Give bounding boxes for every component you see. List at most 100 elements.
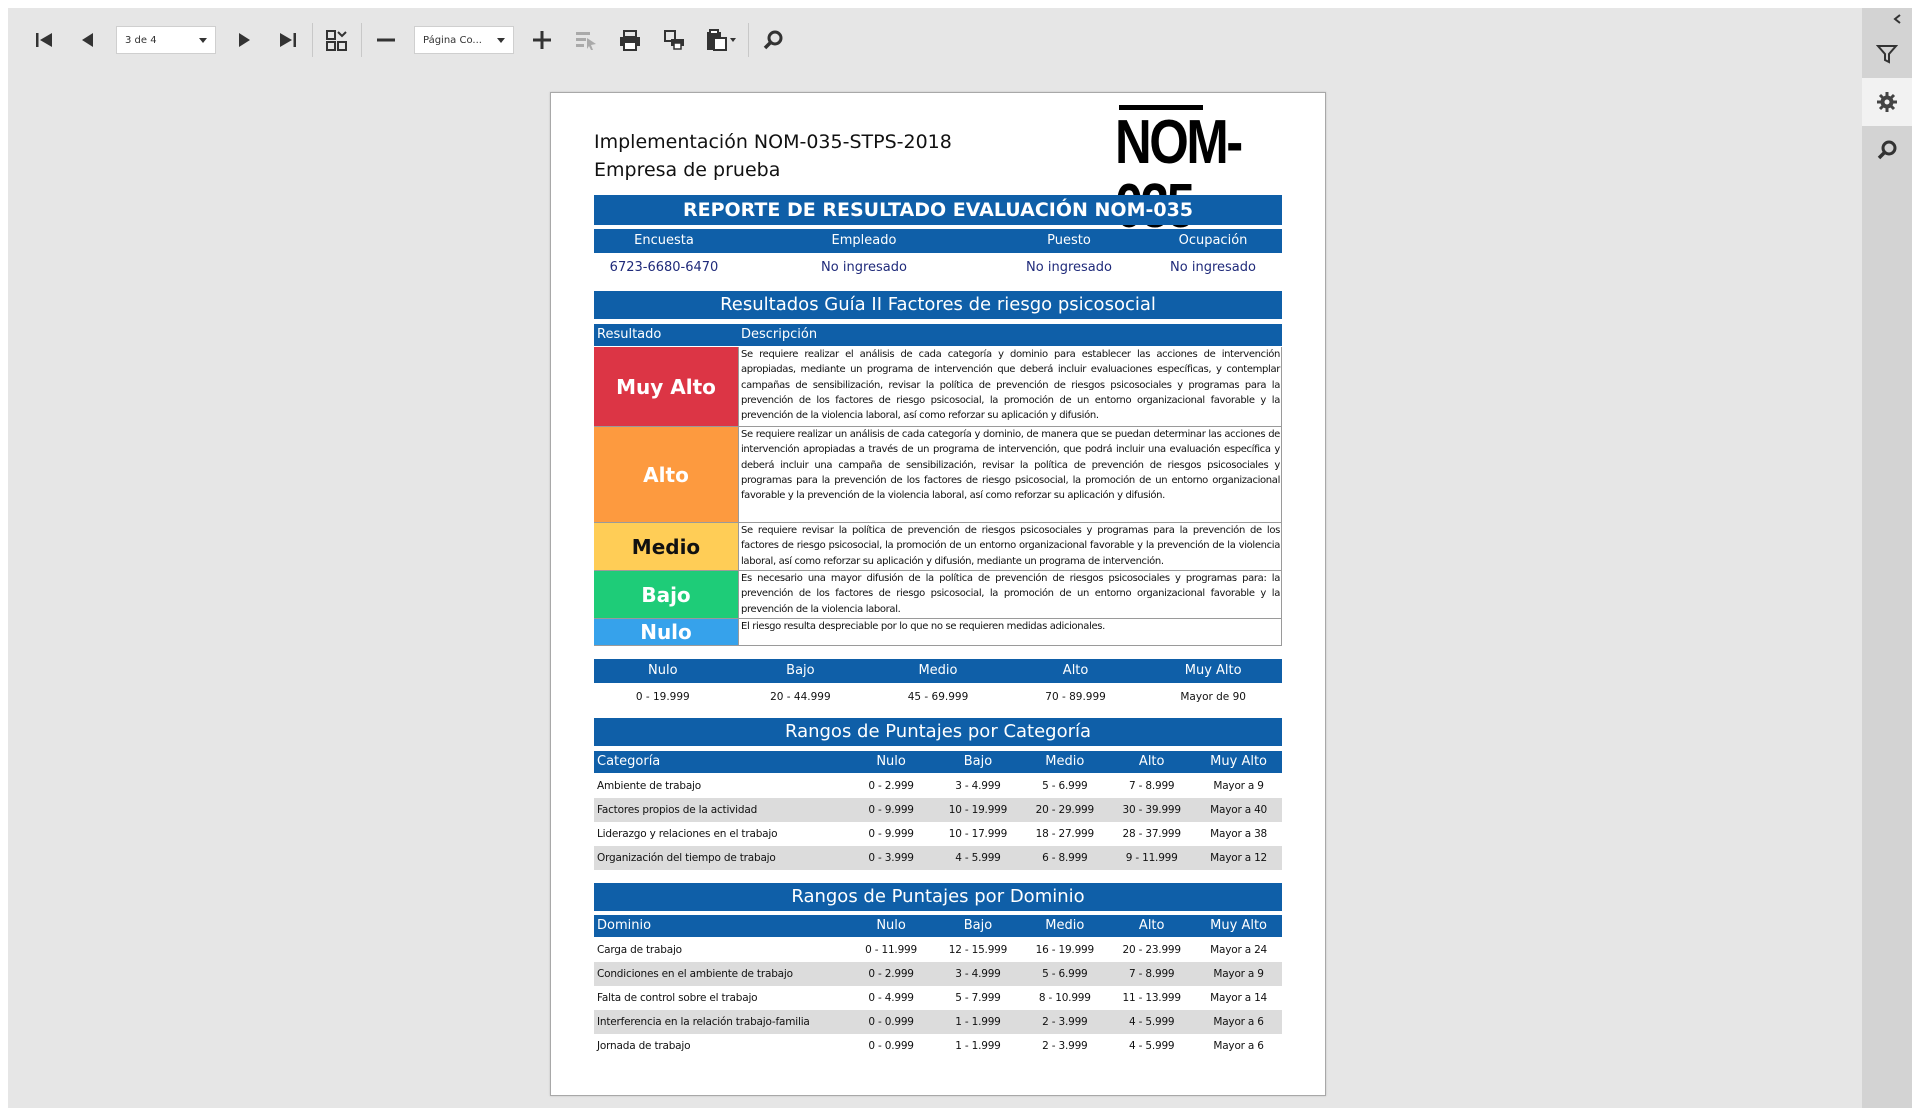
table-cell: 30 - 39.999 (1122, 804, 1182, 816)
guide-title: Resultados Guía II Factores de riesgo ps… (594, 291, 1282, 319)
domain-header-row: Dominio Nulo Bajo Medio Alto Muy Alto (594, 915, 1282, 937)
collapse-panel-button[interactable] (1862, 8, 1912, 30)
result-label: Medio (594, 523, 738, 570)
result-label: Nulo (594, 619, 738, 645)
table-cell: 6 - 8.999 (1042, 852, 1088, 864)
table-cell: 1 - 1.999 (955, 1016, 1001, 1028)
result-label: Muy Alto (594, 347, 738, 426)
category-header: Muy Alto (1210, 754, 1267, 769)
chevron-left-icon (1893, 14, 1901, 24)
viewer-toolbar: 3 de 4 Página Co... (8, 8, 1864, 72)
table-cell: 12 - 15.999 (948, 944, 1008, 956)
table-cell: 0 - 4.999 (868, 992, 914, 1004)
highlight-editing-fields-button[interactable] (564, 18, 608, 62)
occupation-value: No ingresado (1170, 260, 1256, 275)
previous-page-button[interactable] (66, 18, 110, 62)
range-header: Nulo (648, 663, 678, 678)
table-cell: 5 - 6.999 (1042, 968, 1088, 980)
table-cell: Mayor a 6 (1213, 1040, 1264, 1052)
table-cell: 5 - 6.999 (1042, 780, 1088, 792)
next-page-button[interactable] (222, 18, 266, 62)
range-value: 20 - 44.999 (770, 691, 831, 703)
last-page-button[interactable] (266, 18, 310, 62)
domain-row: Falta de control sobre el trabajo 0 - 4.… (594, 986, 1282, 1010)
report-page: Implementación NOM-035-STPS-2018 Empresa… (550, 92, 1326, 1096)
domain-name: Condiciones en el ambiente de trabajo (597, 968, 793, 980)
gear-icon (1877, 92, 1897, 112)
employee-value: No ingresado (821, 260, 907, 275)
minus-icon (377, 38, 395, 42)
category-name: Organización del tiempo de trabajo (597, 852, 776, 864)
meta-header: Puesto (1047, 233, 1091, 248)
meta-header-row: Encuesta Empleado Puesto Ocupación (594, 229, 1282, 253)
zoom-selector-value: Página Co... (423, 34, 482, 46)
domain-name: Carga de trabajo (597, 944, 682, 956)
result-description: Es necesario una mayor difusión de la po… (738, 571, 1282, 618)
result-row-nulo: Nulo El riesgo resulta despreciable por … (594, 619, 1282, 646)
table-cell: 10 - 17.999 (948, 828, 1008, 840)
table-cell: 3 - 4.999 (955, 968, 1001, 980)
table-cell: 16 - 19.999 (1035, 944, 1095, 956)
range-header: Bajo (786, 663, 815, 678)
multipage-view-button[interactable] (315, 18, 359, 62)
settings-button[interactable] (1862, 78, 1912, 126)
category-name: Ambiente de trabajo (597, 780, 701, 792)
company-name: Empresa de prueba (594, 159, 781, 181)
page-selector-value: 3 de 4 (125, 34, 157, 46)
previous-page-icon (82, 33, 93, 47)
domain-name: Interferencia en la relación trabajo-fam… (597, 1016, 810, 1028)
range-header: Medio (918, 663, 958, 678)
domain-row: Condiciones en el ambiente de trabajo 0 … (594, 962, 1282, 986)
toolbar-divider (312, 23, 313, 57)
result-description: Se requiere realizar un análisis de cada… (738, 427, 1282, 522)
domain-header: Muy Alto (1210, 918, 1267, 933)
ranges-value-row: 0 - 19.999 20 - 44.999 45 - 69.999 70 - … (594, 685, 1282, 709)
first-page-icon (36, 33, 52, 47)
table-cell: 18 - 27.999 (1035, 828, 1095, 840)
export-icon (707, 29, 736, 51)
table-cell: 5 - 7.999 (955, 992, 1001, 1004)
chevron-down-icon (199, 37, 207, 43)
zoom-out-button[interactable] (364, 18, 408, 62)
header-title: Implementación NOM-035-STPS-2018 (594, 131, 952, 153)
table-cell: 4 - 5.999 (1129, 1016, 1175, 1028)
meta-header: Encuesta (634, 233, 694, 248)
report-viewer: 3 de 4 Página Co... Implementación NOM-0… (8, 8, 1912, 1108)
domain-header: Medio (1045, 918, 1085, 933)
table-cell: 9 - 11.999 (1125, 852, 1178, 864)
domain-name: Falta de control sobre el trabajo (597, 992, 758, 1004)
print-button[interactable] (608, 18, 652, 62)
search-panel-button[interactable] (1862, 126, 1912, 174)
category-row: Organización del tiempo de trabajo 0 - 3… (594, 846, 1282, 870)
table-cell: 7 - 8.999 (1129, 968, 1175, 980)
range-value: 0 - 19.999 (635, 691, 690, 703)
first-page-button[interactable] (22, 18, 66, 62)
result-row-bajo: Bajo Es necesario una mayor difusión de … (594, 571, 1282, 619)
table-cell: 4 - 5.999 (1129, 1040, 1175, 1052)
table-cell: Mayor a 12 (1210, 852, 1268, 864)
page-selector[interactable]: 3 de 4 (116, 26, 216, 54)
table-cell: Mayor a 9 (1213, 780, 1264, 792)
zoom-in-button[interactable] (520, 18, 564, 62)
meta-header: Empleado (831, 233, 897, 248)
category-header: Categoría (597, 754, 661, 769)
search-button[interactable] (751, 18, 795, 62)
table-cell: 3 - 4.999 (955, 780, 1001, 792)
result-row-muy-alto: Muy Alto Se requiere realizar el análisi… (594, 347, 1282, 427)
export-button[interactable] (696, 18, 746, 62)
category-header-row: Categoría Nulo Bajo Medio Alto Muy Alto (594, 751, 1282, 773)
parameters-button[interactable] (1862, 30, 1912, 78)
table-cell: 1 - 1.999 (955, 1040, 1001, 1052)
table-cell: 2 - 3.999 (1042, 1016, 1088, 1028)
result-label: Alto (594, 427, 738, 522)
table-cell: 0 - 2.999 (868, 968, 914, 980)
category-header: Medio (1045, 754, 1085, 769)
plus-icon (533, 31, 551, 49)
range-header: Muy Alto (1184, 663, 1242, 678)
table-cell: 11 - 13.999 (1122, 992, 1182, 1004)
table-cell: 10 - 19.999 (948, 804, 1008, 816)
result-description: El riesgo resulta despreciable por lo qu… (738, 619, 1282, 645)
zoom-selector[interactable]: Página Co... (414, 26, 514, 54)
next-page-icon (239, 33, 250, 47)
print-page-button[interactable] (652, 18, 696, 62)
